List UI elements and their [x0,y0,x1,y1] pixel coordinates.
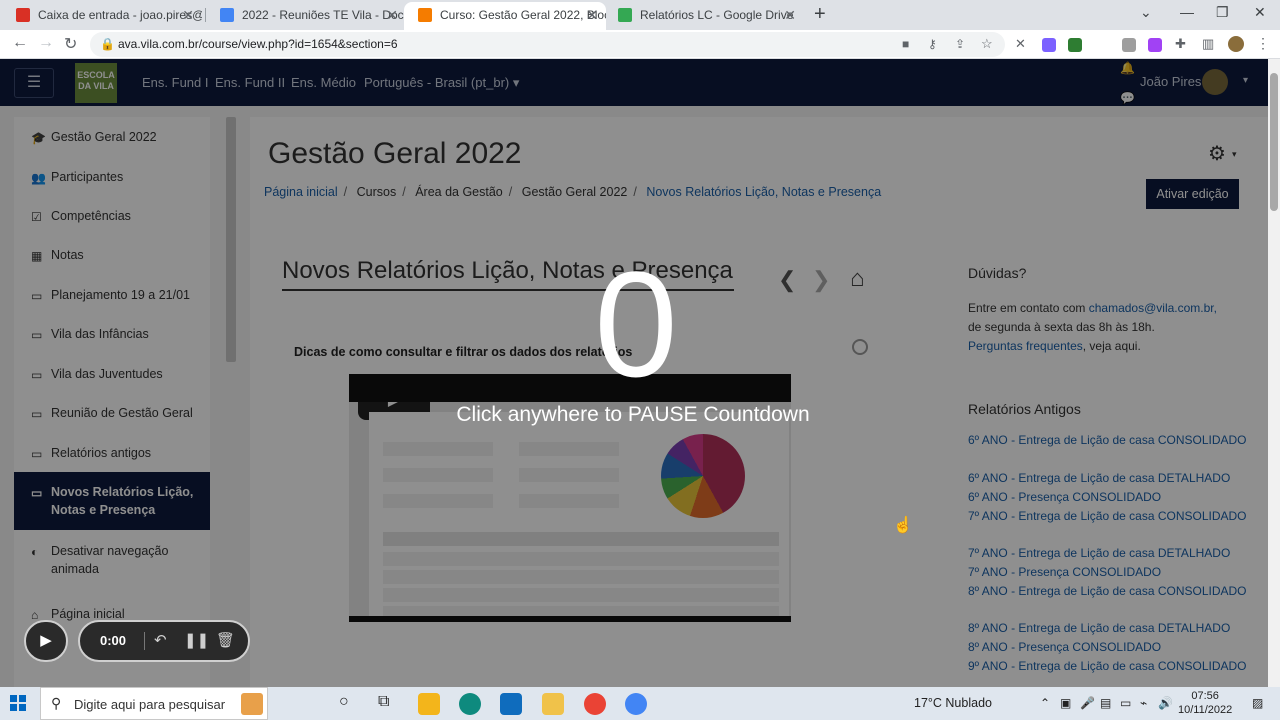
mute-icon[interactable]: ✕ [1015,36,1026,52]
edge-icon[interactable] [459,693,481,715]
hand-cursor-icon: ☝ [893,517,913,534]
pause-icon[interactable]: ❚❚ [184,631,209,649]
notifications-icon[interactable]: ▨ [1252,696,1263,710]
tab-search-icon[interactable]: ⌄ [1140,4,1152,21]
key-icon[interactable]: ⚷ [928,37,937,51]
extension-purple-icon[interactable] [1148,38,1162,52]
undo-icon[interactable]: ↶ [154,631,167,649]
share-icon[interactable]: ⇪ [955,37,965,51]
file-explorer-icon[interactable] [542,693,564,715]
close-window-button[interactable]: ✕ [1254,4,1266,21]
menu-kebab-icon[interactable]: ⋮ [1256,35,1270,52]
extension-headset-icon[interactable] [1042,38,1056,52]
browser-toolbar: ← → ↻ 🔒 ava.vila.com.br/course/view.php?… [0,30,1280,59]
profile-avatar[interactable] [1228,36,1244,52]
camera-toggle-button[interactable]: ▶ [24,620,68,662]
taskbar-search[interactable]: ⚲ Digite aqui para pesquisar [40,687,268,720]
camera-blocked-icon[interactable]: ■ [902,37,909,51]
network-icon[interactable]: ⌁ [1140,696,1147,710]
mail-icon[interactable] [500,693,522,715]
tab-title: Relatórios LC - Google Drive [640,8,794,22]
tab-gmail[interactable]: Caixa de entrada - joao.pires@vi ✕ [2,2,202,30]
clock-time: 07:56 [1191,690,1219,702]
maximize-button[interactable]: ❐ [1216,4,1229,21]
extensions-puzzle-icon[interactable]: ✚ [1175,36,1186,52]
browser-tab-strip: Caixa de entrada - joao.pires@vi ✕ 2022 … [0,0,1280,30]
close-icon[interactable]: ✕ [386,2,398,28]
video-camera-icon: ▶ [40,632,52,649]
tray-icon[interactable]: ▣ [1060,696,1071,710]
trash-icon[interactable]: 🗑 [216,631,235,649]
tab-moodle[interactable]: Curso: Gestão Geral 2022, Bloco ✕ [404,2,606,30]
store-icon[interactable] [418,693,440,715]
windows-start-icon[interactable] [10,695,26,711]
drive-icon [618,8,632,22]
tab-title: Curso: Gestão Geral 2022, Bloco [440,8,606,22]
scrollbar-thumb[interactable] [1270,73,1278,211]
search-highlight-icon[interactable] [241,693,263,715]
moodle-icon [418,8,432,22]
volume-icon[interactable]: 🔊 [1158,696,1173,710]
task-view-icon[interactable]: ⧉ [378,693,389,711]
bookmark-star-icon[interactable]: ☆ [981,36,993,52]
tray-overflow-icon[interactable]: ⌃ [1040,696,1050,710]
lock-icon[interactable]: 🔒 [100,37,115,51]
search-placeholder: Digite aqui para pesquisar [74,697,226,712]
address-bar[interactable]: 🔒 ava.vila.com.br/course/view.php?id=165… [90,32,1005,57]
url-text[interactable]: ava.vila.com.br/course/view.php?id=1654&… [118,37,398,51]
countdown-overlay[interactable]: 0 Click anywhere to PAUSE Countdown ☝ [0,59,1268,687]
tab-title: 2022 - Reuniões TE Vila - Docum [242,8,406,22]
docs-icon [220,8,234,22]
recording-timer: 0:00 [100,633,127,648]
cortana-icon[interactable]: ○ [339,693,349,711]
windows-taskbar: ⚲ Digite aqui para pesquisar ○ ⧉ 17°C Nu… [0,687,1280,720]
close-icon[interactable]: ✕ [784,2,796,28]
close-icon[interactable]: ✕ [182,2,194,28]
clock-date: 10/11/2022 [1178,704,1233,716]
gmail-icon [16,8,30,22]
tray-icon[interactable]: ▤ [1100,696,1111,710]
back-icon[interactable]: ← [12,34,28,52]
battery-icon[interactable]: ▭ [1120,696,1131,710]
pause-countdown-message: Click anywhere to PAUSE Countdown [456,403,810,426]
system-clock[interactable]: 07:56 10/11/2022 [1178,689,1232,717]
page-scrollbar[interactable] [1268,59,1280,687]
tab-title: Caixa de entrada - joao.pires@vi [38,8,202,22]
countdown-number: 0 [594,240,678,408]
close-icon[interactable]: ✕ [586,2,598,28]
chrome-profile-icon[interactable] [625,693,647,715]
forward-icon[interactable]: → [38,34,54,52]
new-tab-button[interactable]: + [814,3,826,26]
tab-docs[interactable]: 2022 - Reuniões TE Vila - Docum ✕ [206,2,406,30]
reload-icon[interactable]: ↻ [64,34,77,54]
microphone-icon[interactable]: 🎤 [1080,696,1095,710]
tab-drive[interactable]: Relatórios LC - Google Drive ✕ [604,2,804,30]
weather-widget[interactable]: 17°C Nublado [914,696,992,710]
minimize-button[interactable]: — [1180,4,1194,20]
recording-controls: 0:00 ↶ ❚❚ 🗑 [78,620,250,662]
extension-gray-icon[interactable] [1122,38,1136,52]
side-panel-icon[interactable]: ▥ [1202,36,1214,52]
chrome-icon[interactable] [584,693,606,715]
extension-green-icon[interactable] [1068,38,1082,52]
search-icon: ⚲ [51,695,62,711]
